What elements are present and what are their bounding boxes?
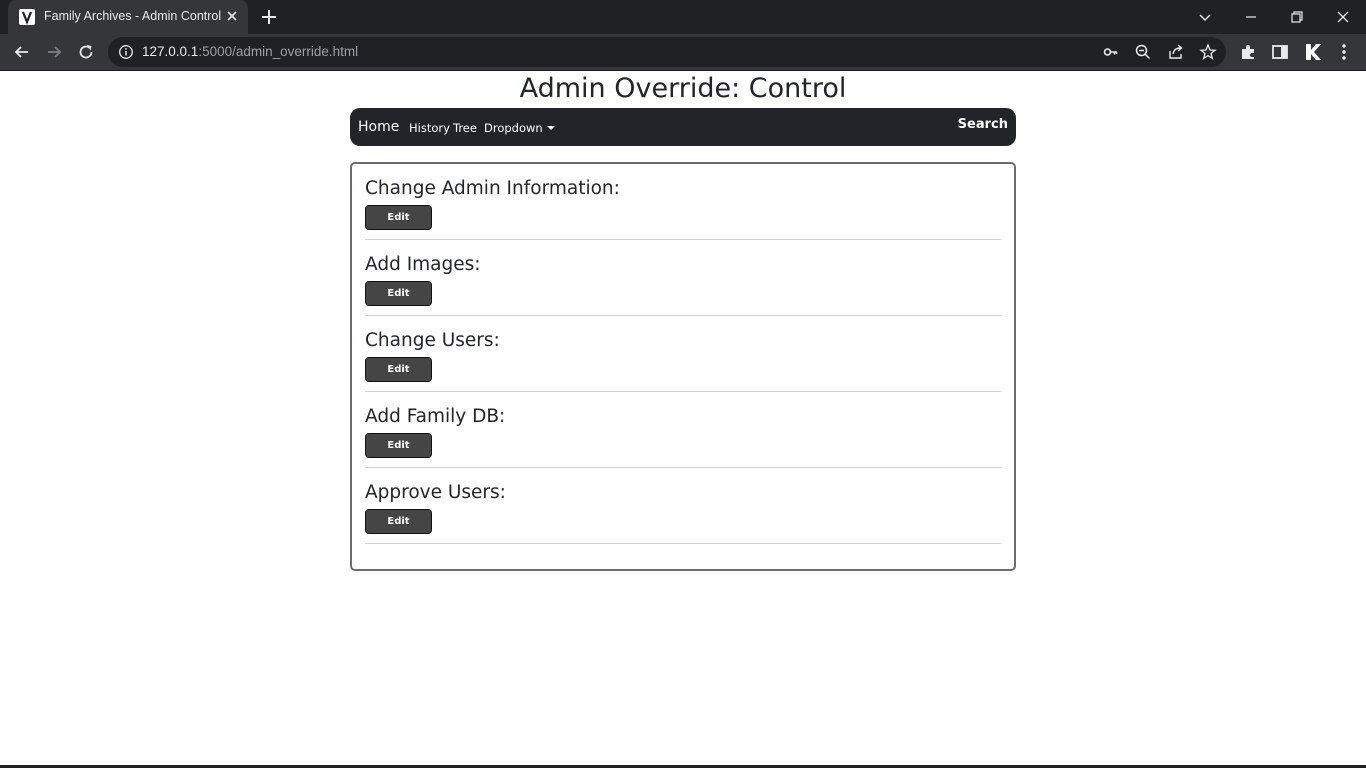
- plus-icon[interactable]: [259, 7, 279, 27]
- section-approve-users: Approve Users: Edit: [365, 468, 1001, 544]
- address-bar[interactable]: 127.0.0.1:5000/admin_override.html: [108, 37, 1226, 67]
- tab-title: Family Archives - Admin Control: [44, 9, 222, 23]
- tab-search-chevron-icon[interactable]: [1194, 6, 1216, 28]
- section-label: Add Family DB:: [365, 406, 506, 427]
- key-icon[interactable]: [1102, 43, 1120, 61]
- url-path: :5000/admin_override.html: [198, 44, 359, 59]
- nav-dropdown-label: Dropdown: [484, 121, 543, 135]
- page-viewport: Admin Override: Control Home History Tre…: [0, 71, 1366, 768]
- star-icon[interactable]: [1199, 43, 1217, 61]
- profile-k-icon[interactable]: [1302, 42, 1322, 62]
- url-text[interactable]: 127.0.0.1:5000/admin_override.html: [142, 44, 358, 59]
- nav-home-link[interactable]: Home: [358, 119, 399, 135]
- browser-tab-bar: Family Archives - Admin Control: [0, 0, 1366, 34]
- site-favicon-icon: [19, 9, 35, 25]
- window-close-icon[interactable]: [1332, 6, 1354, 28]
- section-change-admin-information: Change Admin Information: Edit: [365, 164, 1001, 240]
- edit-approve-users-button[interactable]: Edit: [365, 509, 432, 534]
- page-title: Admin Override: Control: [519, 73, 847, 104]
- edit-add-family-db-button[interactable]: Edit: [365, 433, 432, 458]
- arrow-left-icon[interactable]: [12, 42, 32, 62]
- site-navbar: Home History Tree Dropdown Search: [350, 108, 1016, 146]
- minimize-icon[interactable]: [1240, 6, 1262, 28]
- edit-admin-information-button[interactable]: Edit: [365, 205, 432, 230]
- section-label: Approve Users:: [365, 482, 506, 503]
- section-label: Change Users:: [365, 330, 500, 351]
- arrow-right-icon[interactable]: [44, 42, 64, 62]
- caret-down-icon: [546, 125, 555, 130]
- url-host: 127.0.0.1: [142, 44, 199, 59]
- zoom-out-icon[interactable]: [1134, 43, 1152, 61]
- restore-icon[interactable]: [1286, 6, 1308, 28]
- section-add-images: Add Images: Edit: [365, 240, 1001, 316]
- edit-add-images-button[interactable]: Edit: [365, 281, 432, 306]
- kebab-menu-icon[interactable]: [1334, 42, 1354, 62]
- section-label: Add Images:: [365, 254, 481, 275]
- close-icon[interactable]: [224, 8, 240, 24]
- admin-control-panel: Change Admin Information: Edit Add Image…: [350, 162, 1016, 571]
- info-icon[interactable]: [118, 44, 134, 60]
- browser-toolbar: 127.0.0.1:5000/admin_override.html: [0, 34, 1366, 71]
- section-add-family-db: Add Family DB: Edit: [365, 392, 1001, 468]
- reload-icon[interactable]: [76, 42, 96, 62]
- nav-history-link[interactable]: History: [409, 121, 450, 135]
- nav-dropdown-toggle[interactable]: Dropdown: [484, 121, 555, 135]
- share-icon[interactable]: [1167, 43, 1185, 61]
- nav-search-link[interactable]: Search: [958, 117, 1008, 132]
- browser-tab[interactable]: Family Archives - Admin Control: [8, 0, 248, 34]
- section-label: Change Admin Information:: [365, 178, 620, 199]
- edit-change-users-button[interactable]: Edit: [365, 357, 432, 382]
- side-panel-icon[interactable]: [1270, 42, 1290, 62]
- nav-tree-link[interactable]: Tree: [453, 121, 477, 135]
- puzzle-icon[interactable]: [1238, 42, 1258, 62]
- section-change-users: Change Users: Edit: [365, 316, 1001, 392]
